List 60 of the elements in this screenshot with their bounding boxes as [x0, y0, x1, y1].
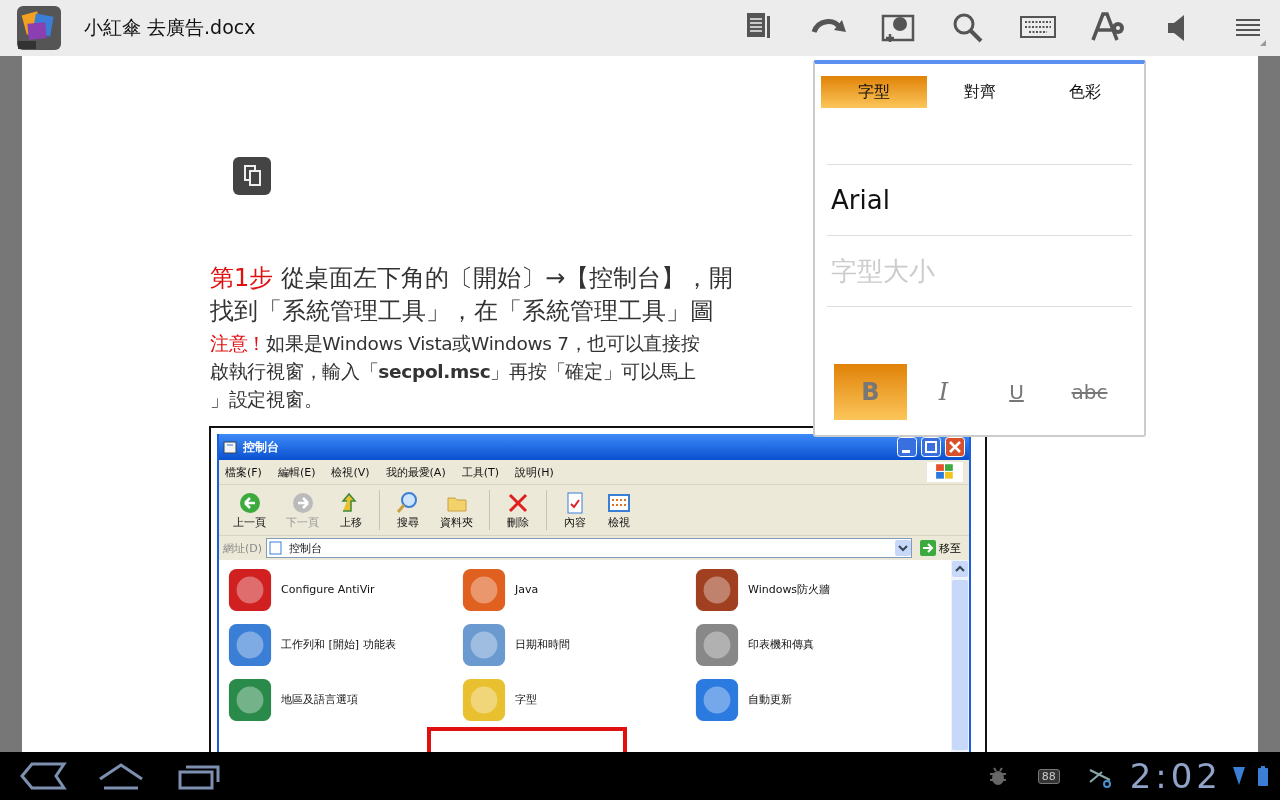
program-icon — [461, 566, 507, 613]
dropdown-icon[interactable] — [895, 540, 911, 556]
address-label: 網址(D) — [223, 540, 263, 556]
toolbar-button[interactable]: 搜尋 — [388, 488, 428, 532]
window-title: 控制台 — [243, 438, 279, 456]
italic-button[interactable]: I — [907, 364, 980, 420]
menu-item[interactable]: 檢視(V) — [331, 462, 370, 482]
program-icon — [227, 566, 273, 613]
address-field[interactable]: 控制台 — [266, 538, 912, 558]
program-icon — [461, 676, 507, 723]
control-panel-item[interactable]: Configure AntiVir — [227, 562, 461, 617]
scrollbar-icon[interactable] — [951, 560, 969, 752]
battery-icon — [1256, 765, 1270, 787]
toolbar-button[interactable]: 內容 — [555, 488, 595, 532]
strikethrough-button[interactable]: abc — [1053, 364, 1126, 420]
menu-item[interactable]: 我的最愛(A) — [385, 462, 446, 482]
close-button[interactable] — [945, 437, 965, 457]
document-title: 小紅傘 去廣告.docx — [84, 15, 256, 40]
menu-item[interactable]: 檔案(F) — [225, 462, 262, 482]
program-icon — [694, 676, 740, 723]
underline-button[interactable]: U — [980, 364, 1053, 420]
toolbar-button[interactable]: 檢視 — [599, 488, 639, 532]
app-icon[interactable] — [16, 5, 62, 51]
control-panel-item[interactable]: 工作列和 [開始] 功能表 — [227, 617, 461, 672]
clipboard-icon[interactable] — [232, 156, 272, 196]
signal-icon — [1232, 765, 1246, 787]
magnifier-icon — [396, 490, 420, 515]
program-icon — [694, 566, 740, 613]
tab[interactable]: 字型 — [821, 76, 927, 108]
program-icon — [694, 621, 740, 668]
program-icon — [227, 676, 273, 723]
program-icon — [461, 621, 507, 668]
toolbar-button[interactable]: 資料夾 — [432, 488, 481, 532]
font-field[interactable]: Arial — [827, 185, 1132, 215]
control-panel-item[interactable]: Java — [461, 562, 694, 617]
control-panel-item[interactable]: 日期和時間 — [461, 617, 694, 672]
control-panel-item[interactable]: 字型 — [461, 672, 694, 727]
arrow-icon — [920, 540, 936, 556]
tab[interactable]: 色彩 — [1032, 76, 1138, 108]
menu-item[interactable]: 編輯(E) — [277, 462, 316, 482]
notification-badge: 88 — [1037, 768, 1060, 784]
toolbar-button[interactable]: 上移 — [331, 488, 371, 532]
toolbar-button[interactable]: 刪除 — [498, 488, 538, 532]
maximize-button[interactable] — [921, 437, 941, 457]
control-panel-item[interactable]: 自動更新 — [694, 672, 951, 727]
step-paragraph: 第1步 從桌面左下角的〔開始〕→【控制台】，開 找到「系統管理工具」，在「系統管理工具」圖 — [210, 263, 734, 327]
minimize-button[interactable] — [897, 437, 917, 457]
menu-item[interactable]: 說明(H) — [515, 462, 554, 482]
control-panel-item[interactable]: Windows防火牆 — [694, 562, 951, 617]
note-paragraph: 注意！如果是Windows Vista或Windows 7，也可以直接按 啟執行視窗，輸入「secpol.msc」再按「確定」可以馬上 」設定視窗。 — [210, 332, 700, 412]
control-panel-item[interactable]: 地區及語言選項 — [227, 672, 461, 727]
menu-item[interactable]: 工具(T) — [461, 462, 499, 482]
clock: 2:02 — [1129, 756, 1222, 796]
tab[interactable]: 對齊 — [926, 76, 1033, 108]
go-button[interactable]: 移至 — [916, 540, 965, 556]
toolbar-button[interactable]: 上一頁 — [225, 488, 274, 532]
windows-logo-icon — [927, 462, 963, 482]
program-icon — [227, 621, 273, 668]
back-icon[interactable] — [18, 761, 68, 791]
control-panel-item[interactable]: 印表機和傳真 — [694, 617, 951, 672]
